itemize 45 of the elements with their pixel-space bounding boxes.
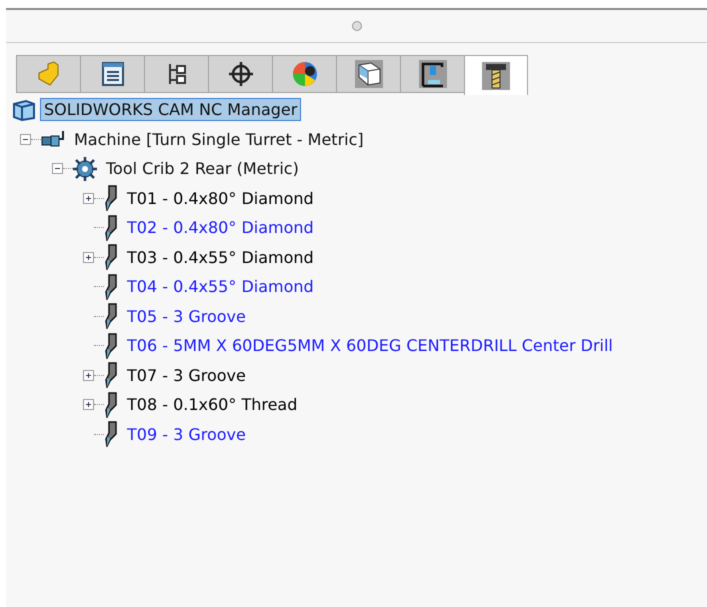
tree-item[interactable]: T07 - 3 Groove [124, 364, 249, 386]
list-icon [100, 61, 126, 87]
end-mill-icon [481, 60, 511, 90]
expand-icon[interactable] [83, 252, 94, 263]
lathe-tool-icon [104, 214, 118, 241]
tree-item[interactable]: T01 - 0.4x80° Diamond [124, 188, 317, 209]
lathe-tool-icon [104, 274, 118, 300]
panel-tab[interactable] [464, 55, 528, 95]
lathe-tool-icon [104, 332, 118, 359]
tree-item[interactable]: T08 - 0.1x60° Thread [124, 394, 300, 416]
panel-tab[interactable] [272, 55, 336, 93]
cube-icon [12, 98, 36, 121]
expand-icon[interactable] [83, 399, 94, 410]
lathe-tool-icon [104, 185, 118, 212]
tree-item[interactable]: Tool Crib 2 Rear (Metric) [103, 158, 302, 180]
tree-item[interactable]: T04 - 0.4x55° Diamond [124, 276, 317, 298]
panel-tab[interactable] [208, 55, 272, 93]
lathe-tool-icon [104, 362, 118, 388]
lathe-tool-icon [104, 303, 118, 330]
tree-item[interactable]: T02 - 0.4x80° Diamond [124, 217, 317, 238]
panel-tab[interactable] [336, 55, 400, 93]
machine-icon [418, 59, 448, 89]
machine-icon [41, 129, 65, 150]
grip-icon[interactable] [352, 21, 362, 31]
tree-item[interactable]: T09 - 3 Groove [124, 424, 249, 445]
tree-item[interactable]: T06 - 5MM X 60DEG5MM X 60DEG CENTERDRILL Center Drill [124, 335, 616, 356]
panel-tab[interactable] [400, 55, 464, 93]
collapse-icon[interactable] [20, 134, 31, 145]
expand-icon[interactable] [83, 192, 94, 204]
tree-item[interactable]: SOLIDWORKS CAM NC Manager [40, 98, 302, 122]
crosshair-icon [228, 61, 254, 87]
part-icon [36, 61, 62, 87]
cube-icon [354, 59, 384, 89]
collapse-icon[interactable] [52, 163, 63, 174]
tree-item[interactable]: Machine [Turn Single Turret - Metric] [71, 128, 367, 150]
lathe-tool-icon [104, 392, 118, 418]
panel-tab[interactable] [80, 55, 144, 93]
gear-icon [73, 156, 97, 181]
tree-item[interactable]: T05 - 3 Groove [124, 306, 249, 327]
panel-tab[interactable] [144, 55, 208, 93]
color-ball-icon [290, 60, 318, 88]
expand-icon[interactable] [83, 370, 94, 381]
lathe-tool-icon [104, 244, 118, 270]
tree-item[interactable]: T03 - 0.4x55° Diamond [124, 246, 317, 268]
lathe-tool-icon [104, 421, 118, 448]
